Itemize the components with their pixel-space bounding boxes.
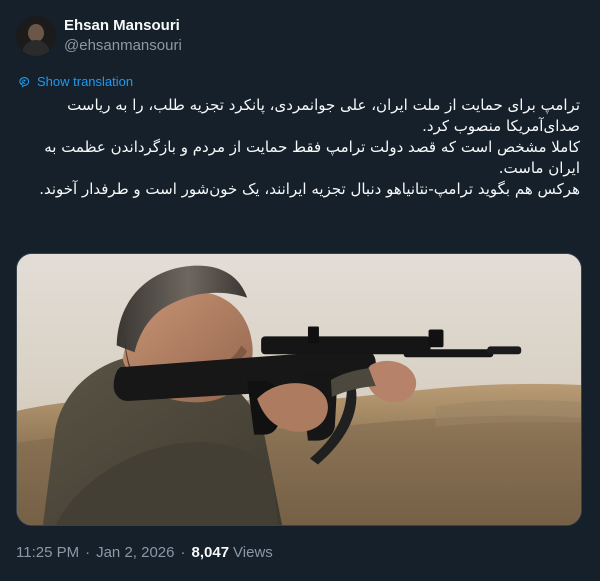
meta-separator-2: · xyxy=(180,544,186,561)
tweet-text: ترامپ برای حمایت از ملت ایران، علی جوانم… xyxy=(20,95,580,200)
views-label: Views xyxy=(233,544,273,561)
photo-man-with-rifle xyxy=(17,254,581,525)
display-name[interactable]: Ehsan Mansouri xyxy=(64,16,182,36)
handle[interactable]: @ehsanmansouri xyxy=(64,36,182,56)
tweet-paragraph-2: کاملا مشخص است که قصد دولت ترامپ فقط حما… xyxy=(44,138,580,177)
tweet-paragraph-1: ترامپ برای حمایت از ملت ایران، علی جوانم… xyxy=(67,96,580,135)
tweet-meta: 11:25 PM · Jan 2, 2026 · 8,047 Views xyxy=(16,543,273,563)
tweet-card: Ehsan Mansouri @ehsanmansouri Show trans… xyxy=(0,0,600,581)
show-translation-label[interactable]: Show translation xyxy=(37,74,133,90)
tweet-date[interactable]: Jan 2, 2026 xyxy=(96,543,174,563)
tweet-paragraph-3: هرکس هم بگوید ترامپ-نتانیاهو دنبال تجزیه… xyxy=(39,180,580,198)
avatar[interactable] xyxy=(16,16,56,56)
tweet-media[interactable] xyxy=(16,253,582,526)
tweet-header: Ehsan Mansouri @ehsanmansouri xyxy=(16,14,182,58)
author-info: Ehsan Mansouri @ehsanmansouri xyxy=(64,16,182,56)
views-count[interactable]: 8,047 xyxy=(192,543,230,563)
show-translation-link[interactable]: Show translation xyxy=(17,74,133,90)
meta-separator: · xyxy=(85,544,91,561)
translate-icon xyxy=(17,75,31,89)
tweet-time[interactable]: 11:25 PM xyxy=(16,543,79,563)
